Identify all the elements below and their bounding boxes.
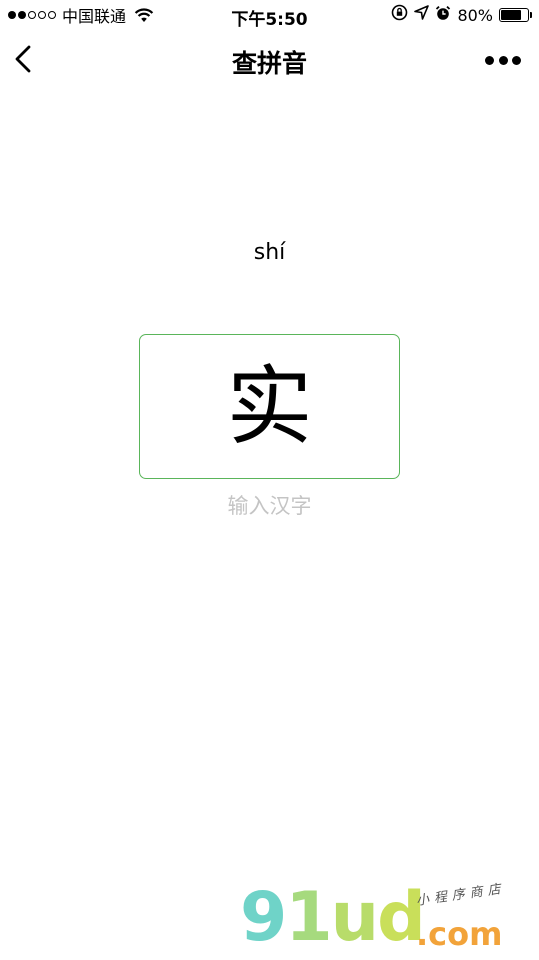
location-arrow-icon <box>414 5 430 25</box>
more-dot-icon <box>512 55 521 65</box>
character-input-box[interactable]: 实 <box>139 334 400 479</box>
battery-level-fill <box>501 10 521 20</box>
status-bar: 中国联通 下午5:50 80% <box>0 0 539 30</box>
nav-bar: 查拼音 <box>0 30 539 92</box>
pinyin-result: shí <box>253 240 286 265</box>
alarm-clock-icon <box>435 5 451 26</box>
watermark-logo: 91ud 小程序商店 .com <box>240 880 530 955</box>
watermark-domain: .com <box>416 915 503 953</box>
more-dot-icon <box>485 55 494 65</box>
rotation-lock-icon <box>391 4 408 26</box>
more-dot-icon <box>498 55 508 65</box>
character-input-value[interactable]: 实 <box>227 364 313 450</box>
battery-icon <box>499 8 532 22</box>
page-title: 查拼音 <box>231 49 307 78</box>
watermark-tagline: 小程序商店 <box>415 881 507 909</box>
more-options-button[interactable] <box>485 52 521 68</box>
input-hint: 输入汉字 <box>227 494 312 518</box>
watermark-brand: 91ud <box>240 878 426 957</box>
battery-percent: 80% <box>457 5 493 25</box>
status-right: 80% <box>391 4 532 26</box>
